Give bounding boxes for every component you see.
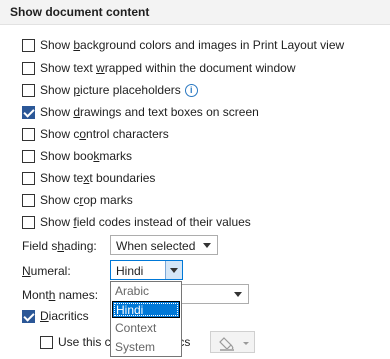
field-shading-value: When selected <box>116 239 196 253</box>
option-label: Show background colors and images in Pri… <box>40 38 345 52</box>
diacritic-color-button[interactable] <box>210 331 255 353</box>
month-names-label: Month names: <box>22 288 99 302</box>
numeral-option[interactable]: System <box>112 339 180 356</box>
checkbox[interactable] <box>22 171 35 185</box>
option-control-characters[interactable]: Show control characters <box>22 125 169 143</box>
option-label: Show text wrapped within the document wi… <box>40 61 296 75</box>
numeral-option[interactable]: Arabic <box>112 283 180 300</box>
section-title: Show document content <box>10 5 150 19</box>
option-drawings-text-boxes[interactable]: Show drawings and text boxes on screen <box>22 103 259 121</box>
option-text-wrapped[interactable]: Show text wrapped within the document wi… <box>22 59 295 77</box>
chevron-down-icon <box>234 292 242 297</box>
checkbox[interactable] <box>22 61 35 75</box>
option-text-boundaries[interactable]: Show text boundaries <box>22 169 155 187</box>
option-label: Diacritics <box>40 309 89 323</box>
option-field-codes[interactable]: Show field codes instead of their values <box>22 213 251 231</box>
checkbox[interactable] <box>22 105 35 119</box>
checkbox[interactable] <box>22 149 35 163</box>
checkbox[interactable] <box>22 127 35 141</box>
numeral-listbox[interactable]: Arabic Hindi Context System <box>110 281 182 357</box>
paint-bucket-icon <box>219 337 249 351</box>
option-diacritics[interactable]: Diacritics <box>22 307 89 325</box>
checkbox[interactable] <box>22 193 35 207</box>
field-shading-dropdown[interactable]: When selected <box>110 235 218 255</box>
numeral-dropdown[interactable]: Hindi <box>110 260 183 280</box>
option-picture-placeholders[interactable]: Show picture placeholders i <box>22 81 198 99</box>
checkbox[interactable] <box>22 309 35 323</box>
option-label: Show crop marks <box>40 193 133 207</box>
checkbox[interactable] <box>22 83 35 97</box>
field-shading-label: Field shading: <box>22 239 97 253</box>
section-header: Show document content <box>0 0 390 25</box>
option-label: Show text boundaries <box>40 171 156 185</box>
numeral-option[interactable]: Context <box>112 320 180 337</box>
option-bookmarks[interactable]: Show bookmarks <box>22 147 132 165</box>
numeral-dropdown-button[interactable] <box>165 261 182 279</box>
option-label: Show drawings and text boxes on screen <box>40 105 259 119</box>
info-icon[interactable]: i <box>184 83 198 97</box>
option-background-colors[interactable]: Show background colors and images in Pri… <box>22 36 344 54</box>
checkbox[interactable] <box>22 38 35 52</box>
option-label: Show control characters <box>40 127 169 141</box>
checkbox[interactable] <box>22 215 35 229</box>
numeral-value: Hindi <box>116 264 144 278</box>
chevron-down-icon <box>203 243 211 248</box>
checkbox[interactable] <box>40 335 53 349</box>
chevron-down-icon <box>170 268 178 273</box>
option-label: Show field codes instead of their values <box>40 215 251 229</box>
option-crop-marks[interactable]: Show crop marks <box>22 191 133 209</box>
option-label: Show picture placeholders <box>40 83 181 97</box>
numeral-label: Numeral: <box>22 264 71 278</box>
numeral-option-selected[interactable]: Hindi <box>112 301 180 318</box>
option-label: Show bookmarks <box>40 149 133 163</box>
